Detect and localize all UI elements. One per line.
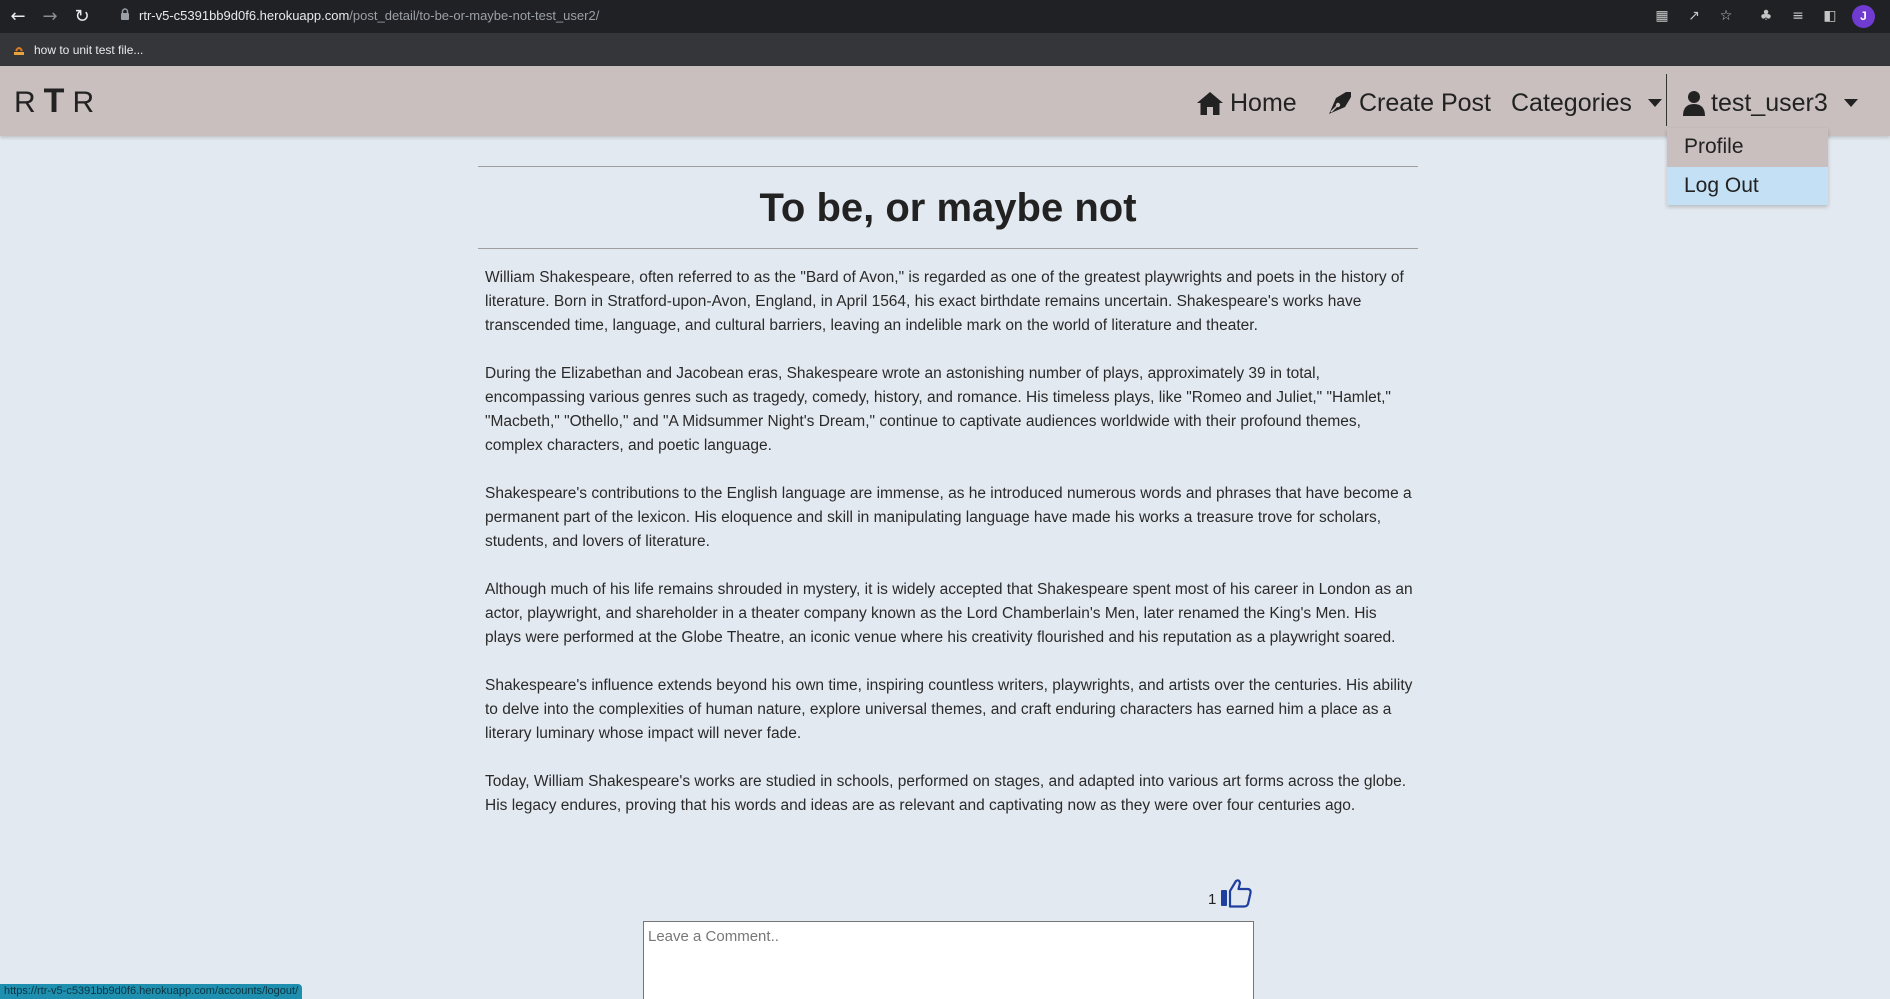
chevron-down-icon bbox=[1647, 99, 1662, 107]
brand-letter-r1: R bbox=[14, 86, 44, 119]
status-bar-url: https://rtr-v5-c5391bb9d0f6.herokuapp.co… bbox=[0, 984, 303, 999]
bookmark-favicon-icon bbox=[14, 47, 24, 55]
post-paragraph: William Shakespeare, often referred to a… bbox=[485, 269, 1404, 334]
nav-user-dropdown[interactable]: test_user3 bbox=[1683, 86, 1858, 120]
like-count: 1 bbox=[1208, 891, 1217, 908]
post-paragraph: Today, William Shakespeare's works are s… bbox=[485, 773, 1407, 814]
reading-list-icon[interactable]: ≡ bbox=[1788, 6, 1808, 26]
post-paragraph: Shakespeare's influence extends beyond h… bbox=[485, 677, 1413, 742]
chevron-down-icon bbox=[1843, 99, 1858, 107]
menu-item-profile[interactable]: Profile bbox=[1667, 128, 1828, 166]
share-icon[interactable]: ↗ bbox=[1684, 6, 1704, 26]
translate-icon[interactable]: ▦ bbox=[1652, 6, 1672, 26]
post-paragraph: Shakespeare's contributions to the Engli… bbox=[485, 485, 1412, 550]
thumbs-up-icon[interactable] bbox=[1220, 878, 1253, 908]
nav-home-link[interactable]: Home bbox=[1196, 86, 1297, 120]
pen-nib-icon bbox=[1329, 92, 1351, 114]
user-icon bbox=[1683, 91, 1705, 116]
like-section: 1 bbox=[1208, 878, 1253, 908]
post-paragraph: Although much of his life remains shroud… bbox=[485, 581, 1413, 646]
nav-divider bbox=[1666, 74, 1667, 126]
menu-item-logout[interactable]: Log Out bbox=[1667, 167, 1828, 205]
user-dropdown-menu: Profile Log Out bbox=[1667, 128, 1828, 205]
brand-letter-t: T bbox=[43, 82, 73, 120]
brand-letter-r2: R bbox=[72, 86, 103, 119]
back-arrow-icon[interactable]: ← bbox=[6, 5, 30, 29]
address-url[interactable]: rtr-v5-c5391bb9d0f6.herokuapp.com/post_d… bbox=[139, 8, 599, 23]
bookmark-star-icon[interactable]: ☆ bbox=[1716, 6, 1736, 26]
comment-input[interactable] bbox=[643, 921, 1254, 999]
url-host: rtr-v5-c5391bb9d0f6.herokuapp.com bbox=[139, 8, 350, 23]
forward-arrow-icon[interactable]: → bbox=[38, 5, 62, 29]
bookmarks-bar bbox=[0, 33, 1890, 66]
url-path: /post_detail/to-be-or-maybe-not-test_use… bbox=[349, 8, 600, 23]
site-brand[interactable]: R T R bbox=[14, 82, 102, 121]
title-top-rule bbox=[478, 166, 1418, 167]
side-panel-icon[interactable]: ◧ bbox=[1820, 6, 1840, 26]
bookmark-label: how to unit test file... bbox=[34, 43, 144, 57]
nav-create-post-label: Create Post bbox=[1359, 88, 1492, 117]
bookmark-item[interactable]: how to unit test file... bbox=[12, 40, 143, 60]
nav-home-label: Home bbox=[1230, 88, 1297, 117]
nav-categories-dropdown[interactable]: Categories bbox=[1511, 86, 1662, 120]
title-bottom-rule bbox=[478, 248, 1418, 249]
nav-create-post-link[interactable]: Create Post bbox=[1327, 86, 1491, 120]
reload-icon[interactable]: ↻ bbox=[70, 5, 94, 29]
extensions-icon[interactable]: ♣ bbox=[1756, 6, 1776, 26]
nav-user-label: test_user3 bbox=[1711, 88, 1828, 117]
post-title: To be, or maybe not bbox=[759, 186, 1137, 230]
home-icon bbox=[1197, 92, 1223, 115]
profile-avatar[interactable]: J bbox=[1852, 5, 1875, 28]
nav-categories-label: Categories bbox=[1511, 88, 1632, 117]
lock-icon bbox=[121, 8, 129, 20]
post-body: William Shakespeare, often referred to a… bbox=[485, 266, 1415, 842]
post-paragraph: During the Elizabethan and Jacobean eras… bbox=[485, 365, 1391, 454]
